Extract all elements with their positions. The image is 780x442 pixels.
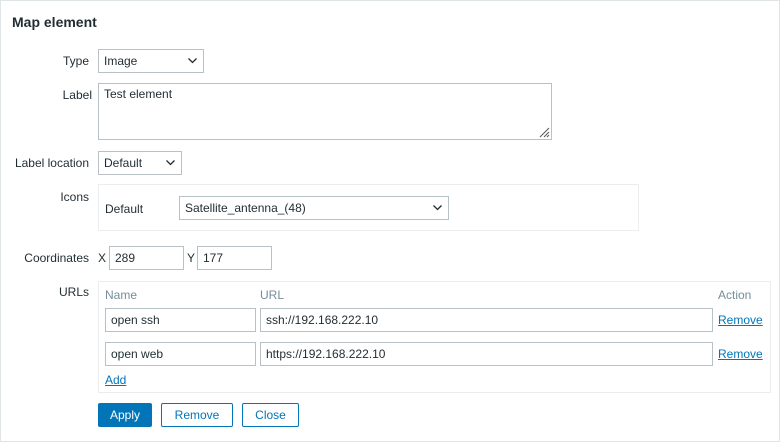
label-location-label: Label location — [14, 156, 89, 170]
urls-header-url: URL — [260, 288, 285, 302]
urls-label: URLs — [58, 285, 89, 299]
label-textarea[interactable]: Test element — [98, 83, 552, 140]
url-row-2-name-input[interactable]: open web — [105, 342, 256, 366]
chevron-down-icon — [166, 160, 175, 166]
y-label: Y — [187, 251, 196, 265]
icons-box: Default Satellite_antenna_(48) — [98, 184, 639, 231]
resize-handle-icon[interactable] — [538, 126, 550, 138]
chevron-down-icon — [433, 205, 442, 211]
x-label: X — [98, 251, 107, 265]
url-row-2-remove-link[interactable]: Remove — [718, 347, 763, 361]
urls-header-name: Name — [105, 288, 138, 302]
url-row-1-name-input[interactable]: open ssh — [105, 308, 256, 332]
urls-table: Name URL Action open ssh ssh://192.168.2… — [98, 281, 771, 393]
add-url-link[interactable]: Add — [105, 373, 126, 387]
dialog-title: Map element — [12, 14, 97, 30]
chevron-down-icon — [188, 58, 197, 64]
coordinates-label: Coordinates — [24, 251, 89, 265]
url-row-1-url-input[interactable]: ssh://192.168.222.10 — [260, 308, 713, 332]
label-location-select[interactable]: Default — [98, 151, 182, 175]
x-coordinate-input[interactable]: 289 — [109, 246, 184, 270]
icons-default-select[interactable]: Satellite_antenna_(48) — [179, 196, 449, 220]
close-button[interactable]: Close — [242, 403, 299, 427]
urls-header-action: Action — [718, 288, 752, 302]
type-select-value: Image — [104, 54, 138, 68]
label-location-select-value: Default — [104, 156, 143, 170]
label-label: Label — [62, 88, 92, 102]
y-coordinate-input[interactable]: 177 — [197, 246, 272, 270]
icons-default-select-value: Satellite_antenna_(48) — [185, 201, 306, 215]
url-row-1-remove-link[interactable]: Remove — [718, 313, 763, 327]
type-label: Type — [62, 54, 89, 68]
map-element-dialog: Map element Type Image Label Test elemen… — [0, 0, 780, 442]
type-select[interactable]: Image — [98, 49, 204, 73]
icons-label: Icons — [60, 190, 89, 204]
label-textarea-value: Test element — [104, 87, 173, 101]
icons-default-label: Default — [105, 202, 144, 216]
apply-button[interactable]: Apply — [98, 403, 152, 427]
url-row-2-url-input[interactable]: https://192.168.222.10 — [260, 342, 713, 366]
remove-button[interactable]: Remove — [161, 403, 233, 427]
